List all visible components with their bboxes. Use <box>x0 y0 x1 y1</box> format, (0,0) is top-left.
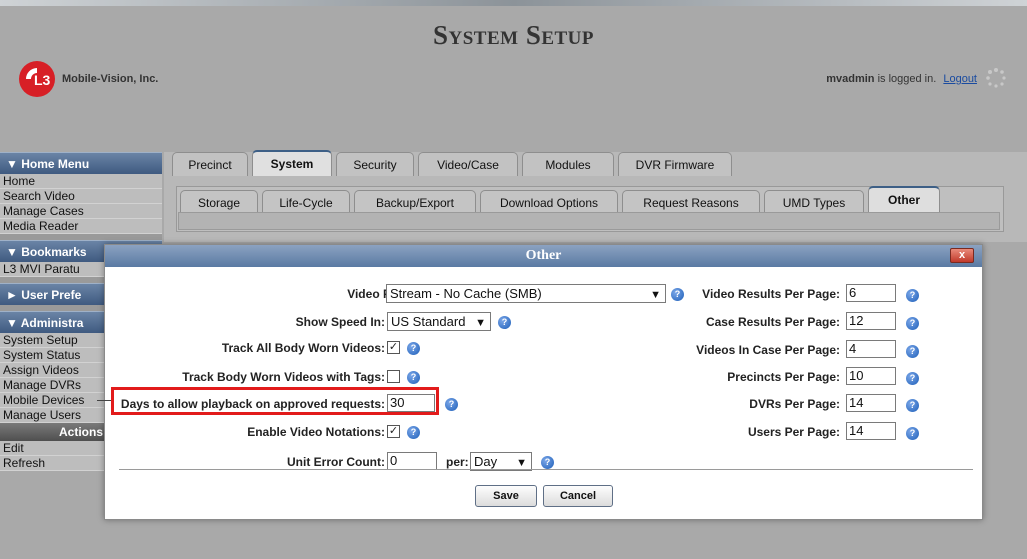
subtab-download-options[interactable]: Download Options <box>480 190 618 214</box>
help-icon[interactable]: ? <box>906 372 919 385</box>
playback-method-value: Stream - No Cache (SMB) <box>390 286 542 301</box>
tab-modules[interactable]: Modules <box>522 152 614 176</box>
unit-error-input[interactable]: 0 <box>387 452 437 470</box>
per-value: Day <box>474 454 498 469</box>
subtab-content-bar <box>178 212 1000 230</box>
per-label: per: <box>446 455 469 469</box>
help-icon[interactable]: ? <box>498 316 511 329</box>
sidebar-item-media-reader[interactable]: Media Reader <box>0 219 162 234</box>
other-dialog: Other x Video Playback Method: Stream - … <box>104 244 983 520</box>
help-icon[interactable]: ? <box>407 342 420 355</box>
help-icon[interactable]: ? <box>906 317 919 330</box>
top-bar <box>0 0 1027 6</box>
dvrs-label: DVRs Per Page: <box>749 397 840 411</box>
subtab-umd-types[interactable]: UMD Types <box>764 190 864 214</box>
video-results-input[interactable]: 6 <box>846 284 896 302</box>
subtab-storage[interactable]: Storage <box>180 190 258 214</box>
svg-text:L3: L3 <box>34 72 51 88</box>
track-all-label: Track All Body Worn Videos: <box>221 341 385 355</box>
callout-line <box>97 400 111 401</box>
sidebar-item-search-video[interactable]: Search Video <box>0 189 162 204</box>
help-icon[interactable]: ? <box>906 345 919 358</box>
username: mvadmin <box>826 73 875 85</box>
help-icon[interactable]: ? <box>541 456 554 469</box>
precincts-label: Precincts Per Page: <box>727 370 840 384</box>
tab-video-case[interactable]: Video/Case <box>418 152 518 176</box>
home-menu-header[interactable]: ▼ Home Menu <box>0 152 162 174</box>
subtab-request-reasons[interactable]: Request Reasons <box>622 190 760 214</box>
divider <box>119 469 973 470</box>
help-icon[interactable]: ? <box>407 371 420 384</box>
track-tags-checkbox[interactable] <box>387 370 400 383</box>
page-title: System Setup <box>432 20 595 50</box>
help-icon[interactable]: ? <box>906 289 919 302</box>
track-all-checkbox[interactable]: ✓ <box>387 341 400 354</box>
sidebar-item-manage-cases[interactable]: Manage Cases <box>0 204 162 219</box>
cancel-button[interactable]: Cancel <box>543 485 613 507</box>
company-name: Mobile-Vision, Inc. <box>62 73 159 85</box>
subtab-other[interactable]: Other <box>868 186 940 214</box>
users-input[interactable]: 14 <box>846 422 896 440</box>
subtab-life-cycle[interactable]: Life-Cycle <box>262 190 350 214</box>
track-tags-label: Track Body Worn Videos with Tags: <box>182 370 385 384</box>
save-button[interactable]: Save <box>475 485 537 507</box>
unit-error-label: Unit Error Count: <box>287 455 385 469</box>
notations-checkbox[interactable]: ✓ <box>387 425 400 438</box>
videos-in-case-label: Videos In Case Per Page: <box>696 343 840 357</box>
video-results-label: Video Results Per Page: <box>702 287 840 301</box>
users-label: Users Per Page: <box>747 425 840 439</box>
dialog-title: Other <box>105 245 982 267</box>
logout-link[interactable]: Logout <box>943 73 977 85</box>
case-results-label: Case Results Per Page: <box>705 315 840 329</box>
notations-label: Enable Video Notations: <box>247 425 385 439</box>
tab-dvr-firmware[interactable]: DVR Firmware <box>618 152 732 176</box>
login-status: mvadmin is logged in. Logout <box>826 73 977 85</box>
l3-logo-icon: L3 <box>19 61 55 97</box>
help-icon[interactable]: ? <box>906 399 919 412</box>
help-icon[interactable]: ? <box>906 427 919 440</box>
close-icon[interactable]: x <box>950 248 974 263</box>
playback-method-select[interactable]: Stream - No Cache (SMB) ▼ <box>386 284 666 303</box>
sidebar-item-home[interactable]: Home <box>0 174 162 189</box>
case-results-input[interactable]: 12 <box>846 312 896 330</box>
speed-value: US Standard <box>391 314 466 329</box>
videos-in-case-input[interactable]: 4 <box>846 340 896 358</box>
subtab-backup-export[interactable]: Backup/Export <box>354 190 476 214</box>
speed-select[interactable]: US Standard ▼ <box>387 312 491 331</box>
tab-precinct[interactable]: Precinct <box>172 152 248 176</box>
highlight-box <box>111 387 439 415</box>
tab-system[interactable]: System <box>252 150 332 176</box>
precincts-input[interactable]: 10 <box>846 367 896 385</box>
chevron-down-icon: ▼ <box>475 317 486 329</box>
dvrs-input[interactable]: 14 <box>846 394 896 412</box>
logged-in-text: is logged in. <box>877 73 937 85</box>
speed-label: Show Speed In: <box>295 315 385 329</box>
loading-spinner-icon <box>986 68 1006 88</box>
help-icon[interactable]: ? <box>407 426 420 439</box>
tab-security[interactable]: Security <box>336 152 414 176</box>
help-icon[interactable]: ? <box>671 288 684 301</box>
chevron-down-icon: ▼ <box>650 289 661 301</box>
help-icon[interactable]: ? <box>445 398 458 411</box>
